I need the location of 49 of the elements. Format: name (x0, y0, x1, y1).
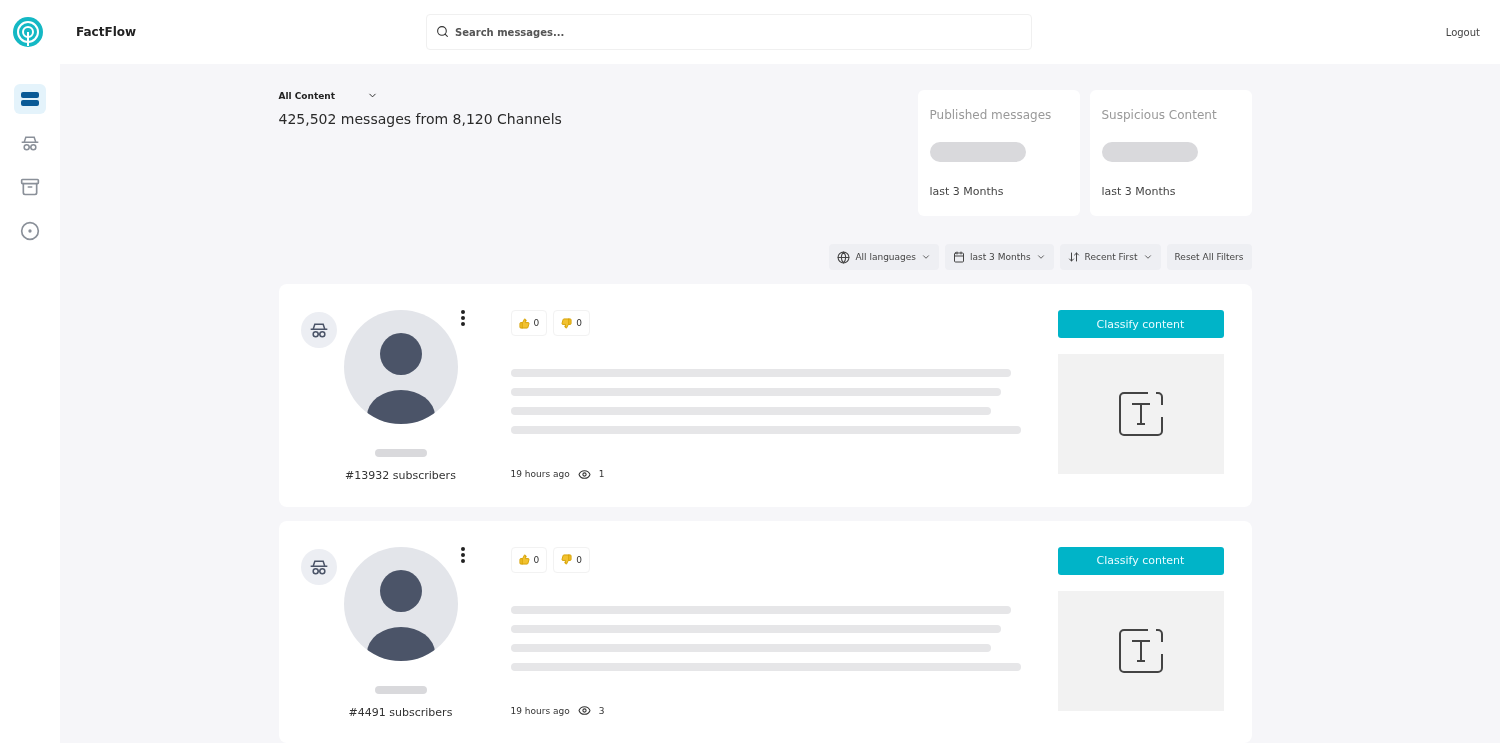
thumbs-up-icon (518, 317, 530, 329)
like-button[interactable]: 0 (510, 310, 548, 336)
more-button[interactable] (460, 546, 465, 563)
text-type-icon (1117, 627, 1164, 674)
more-icon (460, 310, 465, 326)
search-field[interactable]: Search messages... (426, 14, 1032, 50)
filter-dropdown[interactable]: Recent First (1059, 244, 1161, 270)
views-icon (577, 704, 591, 717)
chevron-icon (1035, 252, 1046, 262)
stat-title: Suspicious Content (1101, 108, 1218, 122)
chevron-icon (1142, 252, 1153, 262)
list-icon (20, 90, 40, 108)
nav-item[interactable] (14, 84, 46, 114)
brand-name: FactFlow (76, 25, 138, 39)
blurred-name-drawing (374, 449, 427, 457)
stat-title: Published messages (929, 108, 1053, 122)
more-icon (460, 546, 465, 563)
logo-icon (12, 16, 44, 48)
spy-icon (308, 320, 329, 340)
subscriber-count: #13932 subscribers (345, 469, 456, 482)
reset-filters-button[interactable]: Reset All Filters (1166, 244, 1252, 270)
dislike-button[interactable]: 0 (553, 546, 590, 573)
thumbs-up-icon (518, 554, 530, 565)
views-icon (577, 467, 591, 481)
summary-text: 425,502 messages from 8,120 Channels (278, 111, 562, 127)
filter-dropdown[interactable]: last 3 Months (945, 244, 1054, 270)
filter-dropdown[interactable]: All languages (829, 244, 939, 270)
post-time: 19 hours ago (510, 469, 570, 479)
subscriber-count: #4491 subscribers (348, 705, 453, 719)
post-time: 19 hours ago (510, 705, 570, 716)
globe-icon (837, 250, 851, 264)
stat-period: last 3 Months (929, 185, 1005, 198)
blurred-name-drawing (374, 685, 427, 694)
dislike-button[interactable]: 0 (553, 310, 590, 336)
text-type-icon (1117, 391, 1164, 437)
chevron-icon (921, 252, 931, 262)
sort-icon (1067, 251, 1080, 263)
settings-icon (20, 220, 40, 242)
search-icon (436, 25, 449, 38)
thumbs-down-icon (561, 554, 573, 565)
thumbs-down-icon (561, 317, 573, 329)
view-count: 3 (598, 705, 605, 716)
view-count: 1 (598, 469, 605, 479)
archive-icon (20, 176, 40, 198)
calendar-icon (953, 251, 965, 263)
content-dropdown[interactable]: All Content (278, 90, 379, 101)
stat-period: last 3 Months (1101, 185, 1177, 198)
like-button[interactable]: 0 (510, 546, 548, 573)
more-button[interactable] (460, 310, 465, 326)
